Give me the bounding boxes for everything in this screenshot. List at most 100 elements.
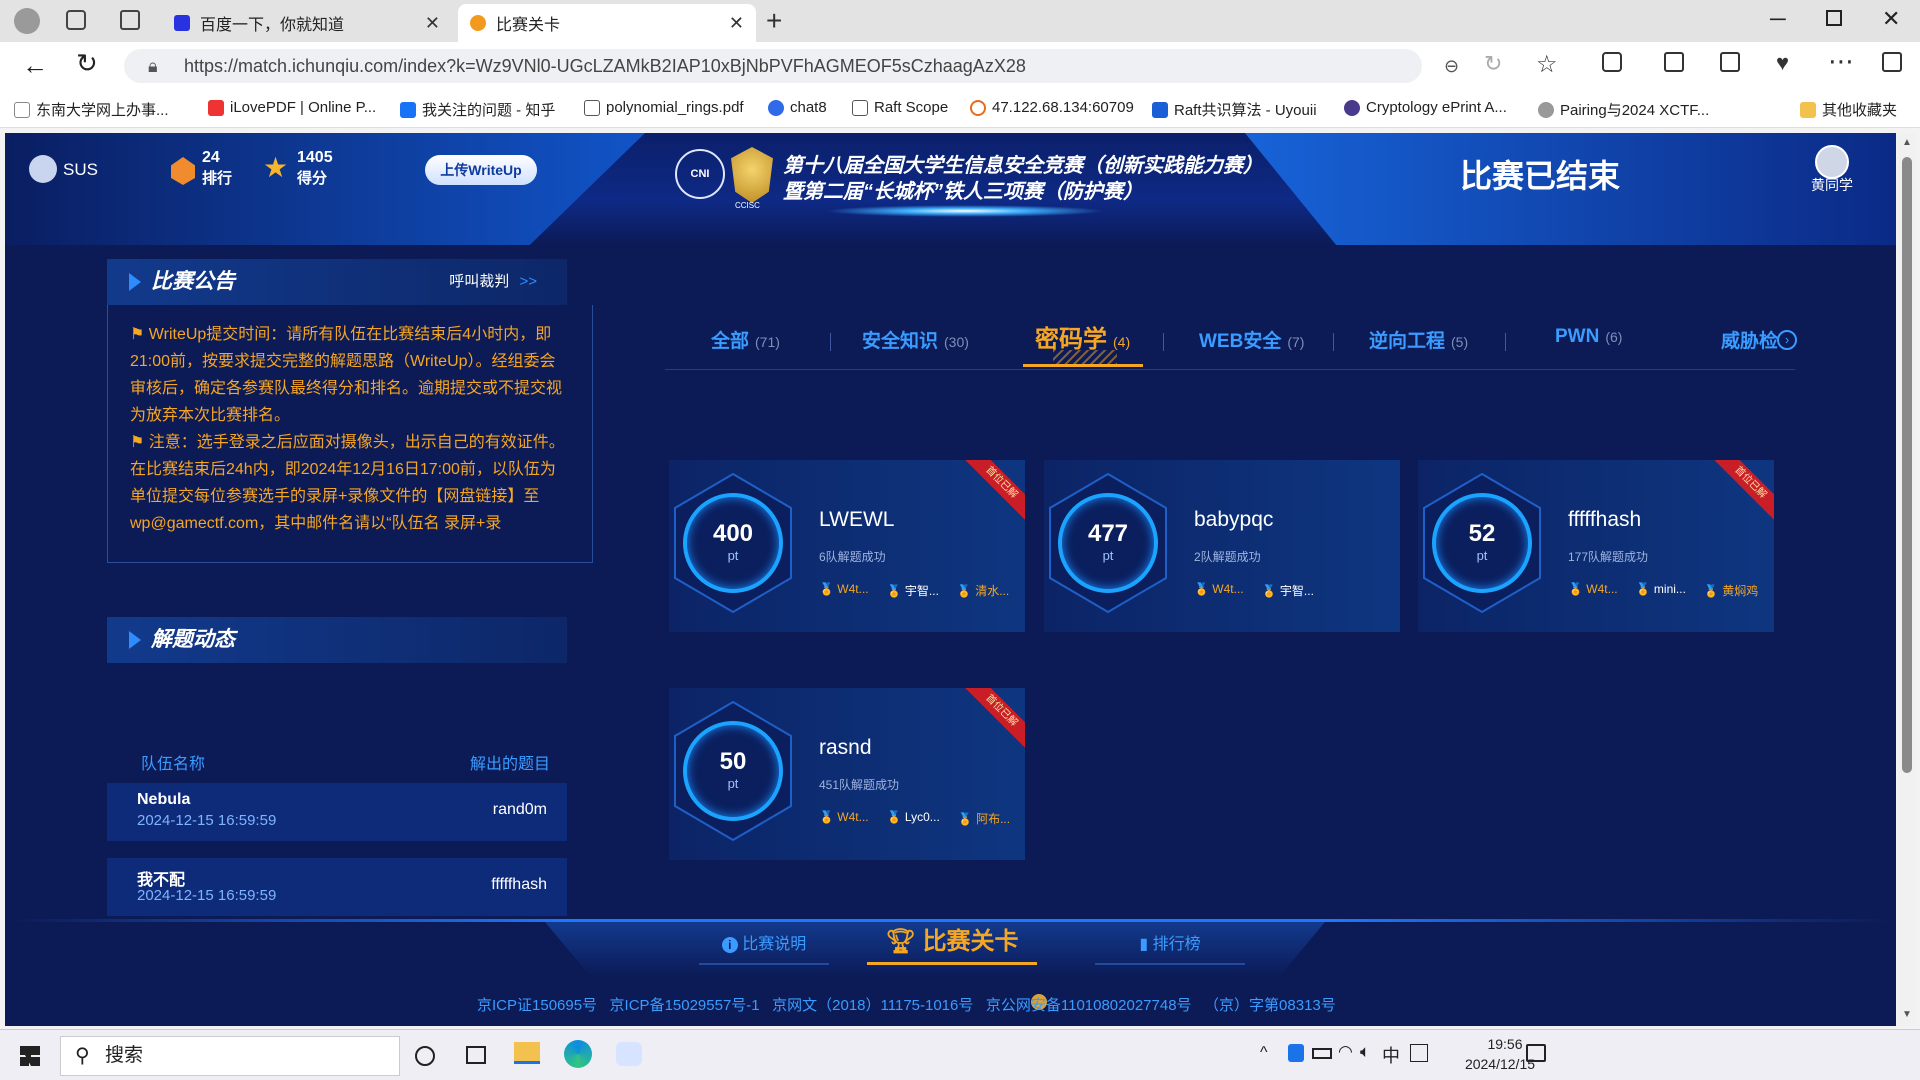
taskbar-search[interactable]: ⚲ 搜索 (60, 1036, 400, 1076)
flag-icon: ⚑ (130, 326, 145, 343)
first-blood-ribbon: 首位已解 (965, 460, 1025, 520)
challenge-name: fffffhash (1568, 508, 1642, 531)
tab-divider (830, 333, 831, 351)
file-explorer-icon[interactable] (514, 1042, 540, 1064)
site-icon (1538, 101, 1554, 118)
challenge-card[interactable]: 400 pt LWEWL 6队解题成功 🏅 W4t... 🏅 宇智... 🏅 清… (669, 460, 1025, 632)
paint-icon[interactable] (616, 1042, 642, 1066)
tab-pwn[interactable]: PWN (6) (1555, 326, 1622, 348)
close-tab-icon[interactable]: ✕ (729, 13, 744, 34)
bookmark-item[interactable]: Raft共识算法 - Uyouii (1152, 99, 1317, 120)
account-avatar-icon[interactable] (1815, 145, 1849, 179)
ime-indicator[interactable]: 中 (1382, 1042, 1400, 1068)
bookmark-item[interactable]: Pairing与2024 XCTF... (1538, 99, 1709, 120)
windows-start-icon[interactable] (20, 1046, 40, 1066)
read-aloud-icon[interactable]: ↻ (1484, 51, 1502, 77)
volume-icon: 🔈︎ (1360, 1042, 1371, 1061)
call-referee-arrow: >> (519, 273, 537, 290)
workspaces-icon[interactable] (66, 10, 86, 30)
bookmark-item[interactable]: 东南大学网上办事... (14, 99, 169, 120)
tab-baidu[interactable]: 百度一下，你就知道 ✕ (162, 4, 452, 42)
extensions-icon[interactable] (1602, 52, 1622, 72)
tab-web[interactable]: WEB安全 (7) (1199, 326, 1304, 353)
challenge-card[interactable]: 477 pt babypqc 2队解题成功 🏅 W4t... 🏅 宇智... (1044, 460, 1400, 632)
ccisc-logo-text: CCISC (735, 201, 760, 210)
split-screen-icon[interactable] (1664, 52, 1684, 72)
scroll-down-icon[interactable]: ▼ (1902, 1009, 1912, 1020)
user-avatar-icon[interactable] (29, 155, 57, 183)
bookmark-item[interactable]: Raft Scope (852, 99, 948, 116)
close-tab-icon[interactable]: ✕ (425, 13, 440, 34)
new-tab-icon[interactable]: + (766, 5, 782, 37)
favorite-star-icon[interactable]: ☆ (1536, 50, 1558, 79)
sidebar-toggle-icon[interactable] (1882, 52, 1902, 72)
search-icon: ⚲ (75, 1045, 90, 1067)
notifications-icon[interactable] (1526, 1044, 1546, 1062)
other-bookmarks[interactable]: 其他收藏夹 (1800, 99, 1897, 120)
tab-divider (1505, 333, 1506, 351)
solver-list: 🏅 W4t... 🏅 Lyc0... 🏅 阿布... (819, 810, 1010, 827)
home-icon (14, 101, 30, 118)
cortana-icon[interactable] (415, 1046, 435, 1066)
tab-label: 百度一下，你就知道 (200, 17, 345, 34)
footer-license: 京ICP证150695号 京ICP备15029557号-1 京网文（2018）1… (477, 997, 1336, 1014)
upload-writeup-button[interactable]: 上传WriteUp (425, 155, 537, 185)
tab-crypto[interactable]: 密码学 (4) (1035, 319, 1130, 354)
restore-icon[interactable] (1826, 10, 1842, 26)
tab-actions-icon[interactable] (120, 10, 140, 30)
eprint-icon (1344, 99, 1360, 116)
challenge-solved-count: 177队解题成功 (1568, 550, 1649, 564)
challenge-card[interactable]: 50 pt rasnd 451队解题成功 🏅 W4t... 🏅 Lyc0... … (669, 688, 1025, 860)
nav-explain[interactable]: i 比赛说明 (699, 925, 829, 965)
bookmark-item[interactable]: 我关注的问题 - 知乎 (400, 99, 555, 120)
tab-threat[interactable]: 威胁检 (1721, 326, 1778, 353)
task-view-icon[interactable] (466, 1046, 486, 1064)
scroll-thumb[interactable] (1902, 157, 1912, 773)
nav-levels[interactable]: 🏆︎ 比赛关卡 (867, 919, 1037, 965)
user-name: SUS (63, 160, 98, 179)
tab-security-knowledge[interactable]: 安全知识 (30) (862, 326, 969, 353)
solver-list: 🏅 W4t... 🏅 宇智... (1194, 582, 1314, 599)
call-referee-link[interactable]: 呼叫裁判 >> (449, 259, 537, 305)
nav-ranking[interactable]: ▮ 排行榜 (1095, 925, 1245, 965)
tray-chevron-icon[interactable]: ^ (1260, 1044, 1268, 1062)
tabs-next-icon[interactable]: › (1777, 330, 1797, 350)
tab-label: 比赛关卡 (496, 17, 561, 34)
solves-col-team: 队伍名称 (141, 756, 206, 773)
address-bar[interactable]: 🔒︎ https://match.ichunqiu.com/index?k=Wz… (124, 49, 1459, 83)
solver-item: 🏅 mini... (1635, 582, 1686, 596)
tab-reverse[interactable]: 逆向工程 (5) (1369, 326, 1468, 353)
score-unit: pt (727, 776, 739, 791)
loading-icon (970, 99, 986, 116)
tab-challenges[interactable]: 比赛关卡 ✕ (458, 4, 756, 42)
more-menu-icon[interactable]: ⋯ (1828, 46, 1854, 77)
keyboard-layout-icon[interactable] (1410, 1044, 1428, 1062)
zoom-icon[interactable]: ⊖ (1444, 49, 1459, 83)
scroll-up-icon[interactable]: ▲ (1902, 137, 1912, 148)
minimize-icon[interactable]: ─ (1770, 6, 1786, 32)
profile-icon[interactable] (14, 8, 40, 34)
page-scrollbar[interactable]: ▲ ▼ (1898, 133, 1916, 1026)
solver-list: 🏅 W4t... 🏅 宇智... 🏅 清水... (819, 582, 1009, 599)
bookmark-item[interactable]: 47.122.68.134:60709 (970, 99, 1134, 116)
edge-icon[interactable] (564, 1040, 592, 1068)
url-text: https://match.ichunqiu.com/index?k=Wz9VN… (184, 56, 1026, 76)
battery-icon (1312, 1048, 1332, 1059)
performance-icon[interactable]: ♥ (1776, 50, 1789, 76)
challenge-card[interactable]: 52 pt fffffhash 177队解题成功 🏅 W4t... 🏅 mini… (1418, 460, 1774, 632)
bookmark-item[interactable]: chat8 (768, 99, 827, 116)
tab-all[interactable]: 全部 (71) (711, 326, 780, 353)
nav-levels-label: 比赛关卡 (922, 928, 1019, 955)
heart-icon (208, 99, 224, 116)
close-window-icon[interactable]: ✕ (1882, 6, 1900, 32)
solve-row: Nebula 2024-12-15 16:59:59 rand0m (107, 783, 567, 841)
bookmark-item[interactable]: iLovePDF | Online P... (208, 99, 376, 116)
collections-icon[interactable] (1720, 52, 1740, 72)
back-icon[interactable]: ← (22, 50, 48, 81)
bookmark-item[interactable]: polynomial_rings.pdf (584, 99, 744, 116)
header-glow (825, 205, 1105, 217)
challenge-score: 400 (712, 520, 754, 547)
refresh-icon[interactable]: ↻ (76, 48, 98, 79)
bookmark-item[interactable]: Cryptology ePrint A... (1344, 99, 1507, 116)
account-name[interactable]: 黄同学 (1811, 175, 1853, 195)
